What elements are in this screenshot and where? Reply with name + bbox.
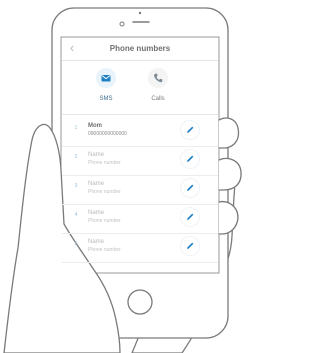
home-button — [127, 289, 153, 315]
phone-icon — [154, 73, 163, 83]
list-item-index: 1 — [74, 125, 78, 131]
contact-list: 1 Mom 09000000000000 2 Name Phone number… — [62, 118, 218, 263]
contact-name: Name — [88, 210, 105, 216]
chevron-left-icon: ‹ — [69, 40, 75, 55]
channel-tabs: SMS Calls — [62, 62, 218, 115]
pencil-icon — [187, 184, 194, 191]
list-item-index: 2 — [74, 154, 78, 160]
edit-button[interactable] — [181, 179, 199, 197]
list-item[interactable]: 1 Mom 09000000000000 — [62, 118, 218, 147]
tab-sms[interactable]: SMS — [86, 66, 126, 110]
list-item-index: 3 — [74, 183, 78, 189]
contact-phone: 09000000000000 — [88, 131, 127, 137]
list-item-index: 5 — [74, 241, 78, 247]
nav-bar: ‹ Phone numbers — [62, 38, 218, 61]
pencil-icon — [187, 242, 194, 249]
list-item[interactable]: 4 Name Phone number — [62, 205, 218, 234]
edit-button[interactable] — [181, 121, 199, 139]
contact-phone: Phone number — [88, 160, 121, 166]
list-item-index: 4 — [74, 212, 78, 218]
sms-icon — [101, 75, 111, 82]
tab-calls-label: Calls — [151, 96, 165, 102]
contact-name: Name — [88, 181, 105, 187]
list-item[interactable]: 3 Name Phone number — [62, 176, 218, 205]
pencil-icon — [187, 126, 194, 133]
tab-calls[interactable]: Calls — [138, 66, 178, 110]
contact-phone: Phone number — [88, 189, 121, 195]
edit-button[interactable] — [181, 237, 199, 255]
contact-name: Name — [88, 239, 105, 245]
phone-screen: ‹ Phone numbers SMS Calls 1 Mom 09000000… — [62, 38, 218, 272]
list-item[interactable]: 2 Name Phone number — [62, 147, 218, 176]
tab-sms-label: SMS — [99, 96, 113, 102]
list-item[interactable]: 5 Name Phone number — [62, 234, 218, 263]
contact-name: Name — [88, 152, 105, 158]
phone-icon-bg — [148, 68, 168, 88]
edit-button[interactable] — [181, 208, 199, 226]
pencil-icon — [187, 155, 194, 162]
edit-button[interactable] — [181, 150, 199, 168]
pencil-icon — [187, 213, 194, 220]
contact-phone: Phone number — [88, 218, 121, 224]
contact-phone: Phone number — [88, 247, 121, 253]
page-title: Phone numbers — [109, 44, 171, 53]
contact-name: Mom — [88, 123, 102, 129]
sms-icon-bg — [96, 68, 116, 88]
back-button[interactable]: ‹ — [66, 41, 78, 55]
